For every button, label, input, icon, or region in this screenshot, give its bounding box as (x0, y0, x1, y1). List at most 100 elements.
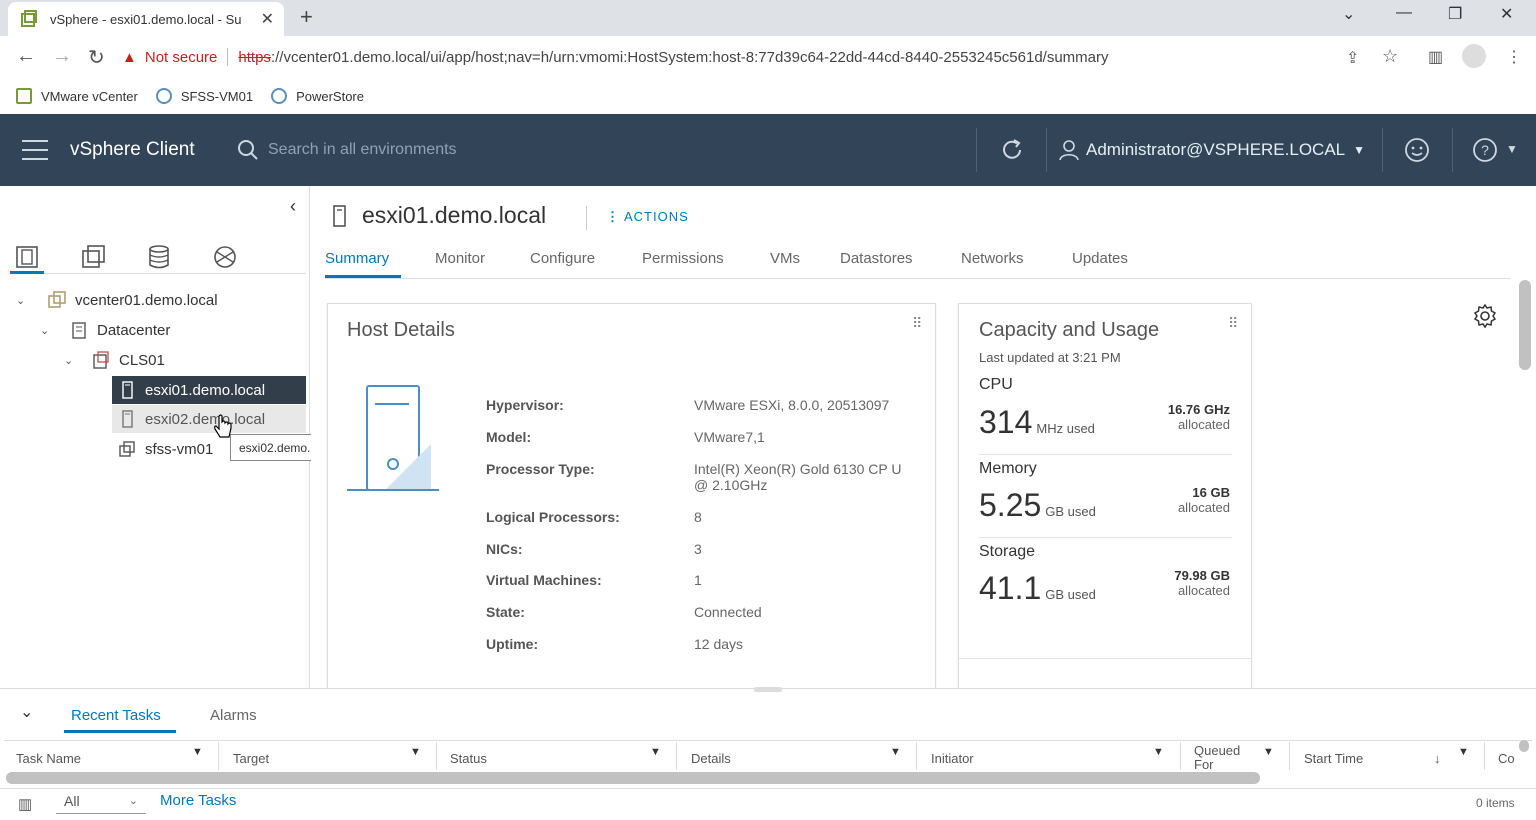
chevron-down-icon[interactable]: ⌄ (16, 294, 36, 307)
column-divider (1484, 742, 1485, 770)
tab-recent-tasks[interactable]: Recent Tasks (71, 707, 161, 724)
title-divider (586, 206, 587, 230)
browser-tab[interactable]: vSphere - esxi01.demo.local - Su ✕ (8, 2, 284, 36)
bookmark-star-icon[interactable]: ☆ (1382, 46, 1398, 67)
omnibox-divider (227, 48, 229, 66)
tree-item-sfss-vm01[interactable]: sfss-vm01 (112, 435, 213, 463)
drag-handle-icon[interactable]: ⠿ (1228, 315, 1238, 332)
header-divider (1382, 128, 1383, 172)
column-task-name[interactable]: Task Name (16, 751, 81, 766)
filter-icon[interactable]: ▼ (192, 746, 203, 758)
tab-networks[interactable]: Networks (961, 250, 1024, 267)
tree-item-datacenter[interactable]: ⌄ Datacenter (40, 316, 170, 344)
tab-updates[interactable]: Updates (1072, 250, 1128, 267)
new-tab-button[interactable]: + (300, 4, 313, 30)
detail-value: 1 (694, 572, 702, 588)
cpu-alloc-value: 16.76 GHz (1167, 402, 1230, 417)
section-divider (959, 658, 1251, 659)
user-menu[interactable]: Administrator@VSPHERE.LOCAL ▼ (1058, 139, 1365, 161)
actions-button[interactable]: ⋮ ACTIONS (606, 209, 689, 225)
app-brand[interactable]: vSphere Client (70, 139, 195, 161)
networking-icon (214, 246, 236, 268)
profile-icon[interactable] (1462, 44, 1486, 68)
detail-value: 3 (694, 541, 702, 557)
sidepanel-icon[interactable]: ▥ (1428, 47, 1443, 67)
horizontal-scrollbar[interactable] (6, 772, 1260, 784)
collapse-sidebar-icon[interactable]: ‹ (290, 196, 296, 217)
drag-handle-icon[interactable]: ⠿ (912, 315, 922, 332)
column-target[interactable]: Target (233, 751, 269, 766)
inventory-view-tabs (10, 244, 306, 274)
filter-icon[interactable]: ▼ (1153, 746, 1164, 758)
share-icon[interactable]: ⇪ (1346, 48, 1359, 68)
active-tab-indicator (64, 730, 176, 733)
column-toggle-icon[interactable]: ▥ (18, 795, 32, 813)
filter-icon[interactable]: ▼ (890, 746, 901, 758)
tree-item-vcenter[interactable]: ⌄ vcenter01.demo.local (16, 286, 218, 314)
vcenter-icon (48, 291, 66, 308)
column-queued-for[interactable]: Queued For (1194, 744, 1250, 770)
tab-datastores[interactable]: Datastores (840, 250, 913, 267)
tab-search-chevron-icon[interactable]: ⌄ (1342, 4, 1355, 24)
sort-descending-icon[interactable]: ↓ (1434, 751, 1441, 766)
column-divider (436, 742, 437, 770)
tab-storage[interactable] (142, 244, 176, 274)
not-secure-label[interactable]: Not secure (145, 49, 218, 66)
more-tasks-link[interactable]: More Tasks (160, 792, 236, 809)
feedback-smiley-icon[interactable] (1404, 137, 1430, 163)
gear-icon[interactable] (1472, 303, 1498, 329)
bookmark-vmware-vcenter[interactable]: VMware vCenter (16, 88, 138, 104)
help-chevron-icon[interactable]: ▼ (1506, 142, 1518, 156)
bookmark-powerstore[interactable]: PowerStore (271, 88, 364, 104)
bookmark-label: SFSS-VM01 (180, 88, 254, 104)
filter-icon[interactable]: ▼ (1458, 746, 1469, 758)
close-window-icon[interactable]: ✕ (1500, 4, 1513, 24)
global-search[interactable]: Search in all environments (236, 138, 457, 162)
tree-item-esxi01[interactable]: esxi01.demo.local (112, 376, 306, 404)
close-tab-icon[interactable]: ✕ (261, 9, 274, 29)
column-status[interactable]: Status (450, 751, 487, 766)
omnibox[interactable]: ▲ Not secure https ://vcenter01.demo.loc… (122, 42, 1330, 72)
collapse-panel-icon[interactable]: ⌄ (20, 702, 33, 722)
chevron-down-icon[interactable]: ⌄ (64, 354, 84, 367)
help-icon[interactable]: ? (1472, 137, 1498, 163)
tab-permissions[interactable]: Permissions (642, 250, 724, 267)
detail-label: Uptime: (486, 636, 539, 652)
reload-icon[interactable]: ↻ (88, 45, 105, 70)
tab-alarms[interactable]: Alarms (210, 707, 257, 724)
tree-item-cluster[interactable]: ⌄ CLS01 (64, 346, 165, 374)
cpu-allocated: 16.76 GHz allocated (1130, 402, 1230, 432)
tasks-filter-select[interactable]: All ⌄ (56, 792, 146, 814)
tab-hosts-clusters[interactable] (10, 244, 44, 274)
bookmark-sfss-vm01[interactable]: SFSS-VM01 (155, 88, 254, 104)
items-count: 0 items (1476, 796, 1515, 810)
chevron-down-icon[interactable]: ⌄ (40, 324, 60, 337)
filter-icon[interactable]: ▼ (1263, 746, 1274, 758)
column-start-time[interactable]: Start Time (1304, 751, 1363, 766)
datacenter-icon (72, 322, 86, 339)
tab-monitor[interactable]: Monitor (435, 250, 485, 267)
tab-vms[interactable]: VMs (770, 250, 800, 267)
tab-configure[interactable]: Configure (530, 250, 595, 267)
panel-resize-handle[interactable] (754, 687, 782, 692)
tab-networking[interactable] (208, 244, 242, 274)
table-vertical-scrollbar[interactable] (1519, 740, 1529, 752)
minimize-icon[interactable]: — (1396, 4, 1412, 22)
hamburger-menu-icon[interactable] (22, 140, 48, 160)
tab-summary[interactable]: Summary (325, 250, 389, 267)
page-title: esxi01.demo.local (362, 202, 547, 228)
tab-vms-templates[interactable] (76, 244, 110, 274)
back-icon[interactable]: ← (16, 45, 36, 68)
vertical-scrollbar[interactable] (1519, 280, 1531, 370)
detail-value: 8 (694, 509, 702, 525)
restore-icon[interactable]: ❐ (1448, 4, 1462, 24)
filter-icon[interactable]: ▼ (410, 746, 421, 758)
filter-icon[interactable]: ▼ (650, 746, 661, 758)
menu-dots-icon[interactable]: ⋮ (1506, 47, 1522, 67)
column-initiator[interactable]: Initiator (931, 751, 974, 766)
column-completion[interactable]: Co (1498, 751, 1515, 766)
tree-item-esxi02[interactable]: esxi02.demo.local (112, 405, 306, 433)
forward-icon[interactable]: → (52, 45, 72, 68)
column-details[interactable]: Details (691, 751, 731, 766)
refresh-icon[interactable] (998, 136, 1026, 164)
